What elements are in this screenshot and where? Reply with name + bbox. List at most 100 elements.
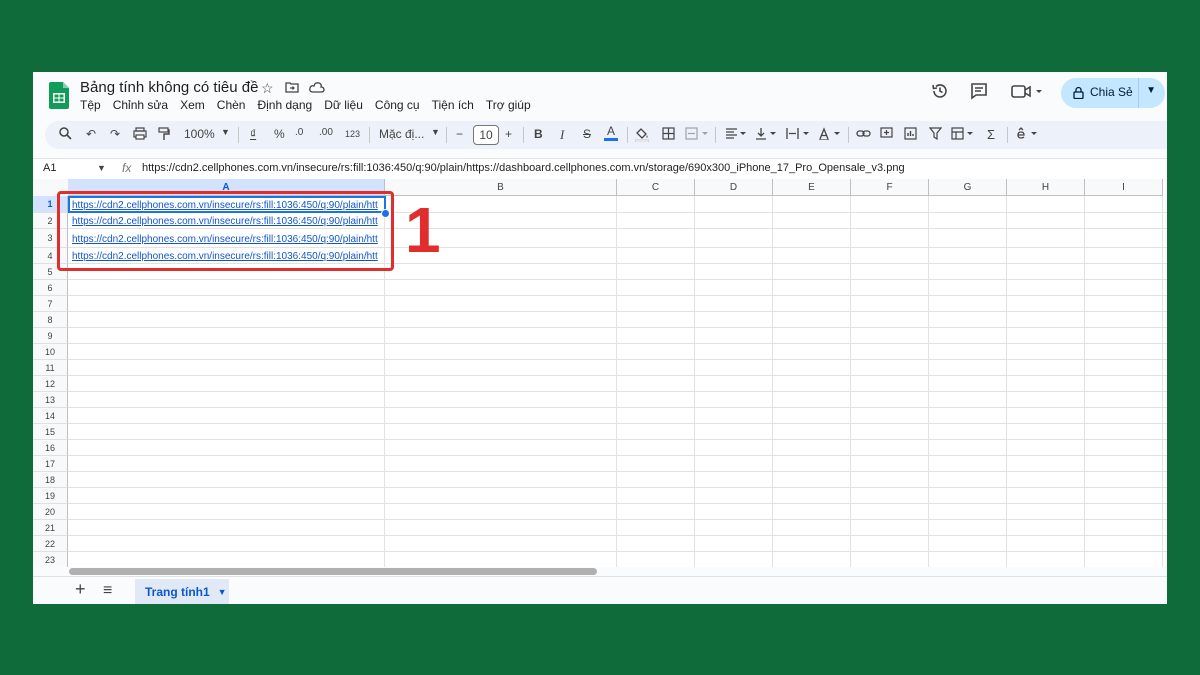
merge-cells-icon[interactable]: [685, 127, 709, 143]
cloud-status-icon[interactable]: [309, 80, 325, 96]
row-header-6[interactable]: 6: [33, 280, 68, 296]
fill-color-icon[interactable]: [634, 127, 650, 145]
menu-format[interactable]: Định dạng: [257, 98, 312, 112]
grid-line: [1084, 196, 1085, 567]
horizontal-scrollbar[interactable]: [69, 568, 597, 575]
menu-help[interactable]: Trợ giúp: [486, 98, 531, 112]
menu-view[interactable]: Xem: [180, 98, 205, 112]
grid-line: [68, 391, 1167, 392]
sheets-logo-icon[interactable]: [49, 82, 69, 109]
strikethrough-button[interactable]: S: [583, 127, 591, 141]
row-header-9[interactable]: 9: [33, 328, 68, 344]
undo-icon[interactable]: ↶: [86, 127, 96, 141]
star-icon[interactable]: ☆: [261, 80, 274, 97]
print-icon[interactable]: [133, 127, 147, 143]
row-header-8[interactable]: 8: [33, 312, 68, 328]
insert-link-icon[interactable]: [856, 127, 871, 143]
decrease-decimal-button[interactable]: .0: [295, 127, 303, 138]
column-header-i[interactable]: I: [1085, 179, 1163, 196]
horizontal-align-icon[interactable]: [725, 127, 747, 143]
doc-title[interactable]: Bảng tính không có tiêu đề: [80, 79, 258, 96]
text-rotation-icon[interactable]: [818, 127, 842, 143]
formula-bar: A1 ▼ fx https://cdn2.cellphones.com.vn/i…: [33, 158, 1167, 179]
zoom-caret-icon[interactable]: ▼: [221, 127, 230, 137]
grid-line: [68, 455, 1167, 456]
sheet-tab-caret-icon[interactable]: ▼: [218, 587, 227, 597]
menu-file[interactable]: Tệp: [80, 98, 101, 112]
history-icon[interactable]: [931, 82, 949, 105]
row-header-12[interactable]: 12: [33, 376, 68, 392]
row-header-16[interactable]: 16: [33, 440, 68, 456]
redo-icon[interactable]: ↷: [110, 127, 120, 141]
column-header-h[interactable]: H: [1007, 179, 1085, 196]
share-button[interactable]: Chia Sẻ ▼: [1061, 78, 1165, 108]
insert-comment-icon[interactable]: [880, 127, 893, 143]
column-header-g[interactable]: G: [929, 179, 1007, 196]
font-size-input[interactable]: 10: [473, 125, 499, 145]
text-wrapping-icon[interactable]: [786, 127, 810, 143]
add-sheet-icon[interactable]: +: [75, 579, 86, 600]
row-header-22[interactable]: 22: [33, 536, 68, 552]
column-header-d[interactable]: D: [695, 179, 773, 196]
row-header-19[interactable]: 19: [33, 488, 68, 504]
annotation-highlight-box: [57, 191, 394, 271]
menu-tools[interactable]: Công cụ: [375, 98, 420, 112]
toolbar: ↶ ↷ 100% ▼ ₫ % .0 .00 123 Mặc đị... ▼ − …: [45, 121, 1167, 149]
menu-bar: Tệp Chỉnh sửa Xem Chèn Định dạng Dữ liệu…: [80, 98, 531, 112]
all-sheets-icon[interactable]: ≡: [103, 582, 112, 600]
paint-format-icon[interactable]: [158, 127, 170, 144]
more-formats-button[interactable]: 123: [345, 129, 360, 139]
currency-format-button[interactable]: ₫: [250, 127, 256, 141]
zoom-select[interactable]: 100%: [184, 127, 215, 141]
name-box-caret-icon[interactable]: ▼: [97, 163, 106, 173]
grid-line: [68, 279, 1167, 280]
column-header-f[interactable]: F: [851, 179, 929, 196]
text-color-button[interactable]: A: [604, 124, 619, 141]
increase-font-size-button[interactable]: +: [505, 127, 512, 141]
row-header-15[interactable]: 15: [33, 424, 68, 440]
input-tools-icon[interactable]: [1016, 127, 1040, 143]
meet-icon[interactable]: [1011, 82, 1045, 105]
filter-views-icon[interactable]: [951, 127, 975, 143]
grid-line: [1006, 196, 1007, 567]
menu-extensions[interactable]: Tiện ích: [432, 98, 474, 112]
functions-icon[interactable]: Σ: [987, 127, 995, 142]
filter-icon[interactable]: [928, 127, 943, 143]
row-header-20[interactable]: 20: [33, 504, 68, 520]
font-caret-icon[interactable]: ▼: [431, 127, 440, 137]
row-header-11[interactable]: 11: [33, 360, 68, 376]
italic-button[interactable]: I: [560, 127, 564, 143]
name-box[interactable]: A1: [43, 162, 56, 174]
menu-insert[interactable]: Chèn: [217, 98, 246, 112]
row-header-23[interactable]: 23: [33, 552, 68, 567]
row-header-13[interactable]: 13: [33, 392, 68, 408]
grid-line: [68, 471, 1167, 472]
row-header-7[interactable]: 7: [33, 296, 68, 312]
move-folder-icon[interactable]: [285, 80, 299, 96]
borders-icon[interactable]: [662, 127, 675, 143]
column-header-e[interactable]: E: [773, 179, 851, 196]
menu-data[interactable]: Dữ liệu: [324, 98, 363, 112]
row-header-14[interactable]: 14: [33, 408, 68, 424]
row-header-18[interactable]: 18: [33, 472, 68, 488]
grid-line: [68, 503, 1167, 504]
grid-line: [68, 519, 1167, 520]
percent-format-button[interactable]: %: [274, 127, 285, 141]
column-header-c[interactable]: C: [617, 179, 695, 196]
search-menus-icon[interactable]: [59, 127, 72, 143]
increase-decimal-button[interactable]: .00: [319, 127, 333, 138]
sheet-tab-trang-tinh1[interactable]: Trang tính1 ▼: [135, 579, 229, 604]
vertical-align-icon[interactable]: [755, 127, 777, 143]
decrease-font-size-button[interactable]: −: [456, 127, 463, 141]
grid-line: [68, 343, 1167, 344]
row-header-21[interactable]: 21: [33, 520, 68, 536]
row-header-10[interactable]: 10: [33, 344, 68, 360]
comments-icon[interactable]: [970, 82, 988, 105]
bold-button[interactable]: B: [534, 127, 543, 141]
formula-input[interactable]: https://cdn2.cellphones.com.vn/insecure/…: [142, 162, 905, 174]
menu-edit[interactable]: Chỉnh sửa: [113, 98, 168, 112]
share-caret-icon[interactable]: ▼: [1146, 85, 1156, 96]
insert-chart-icon[interactable]: [904, 127, 917, 143]
row-header-17[interactable]: 17: [33, 456, 68, 472]
font-family-select[interactable]: Mặc đị...: [379, 127, 424, 141]
